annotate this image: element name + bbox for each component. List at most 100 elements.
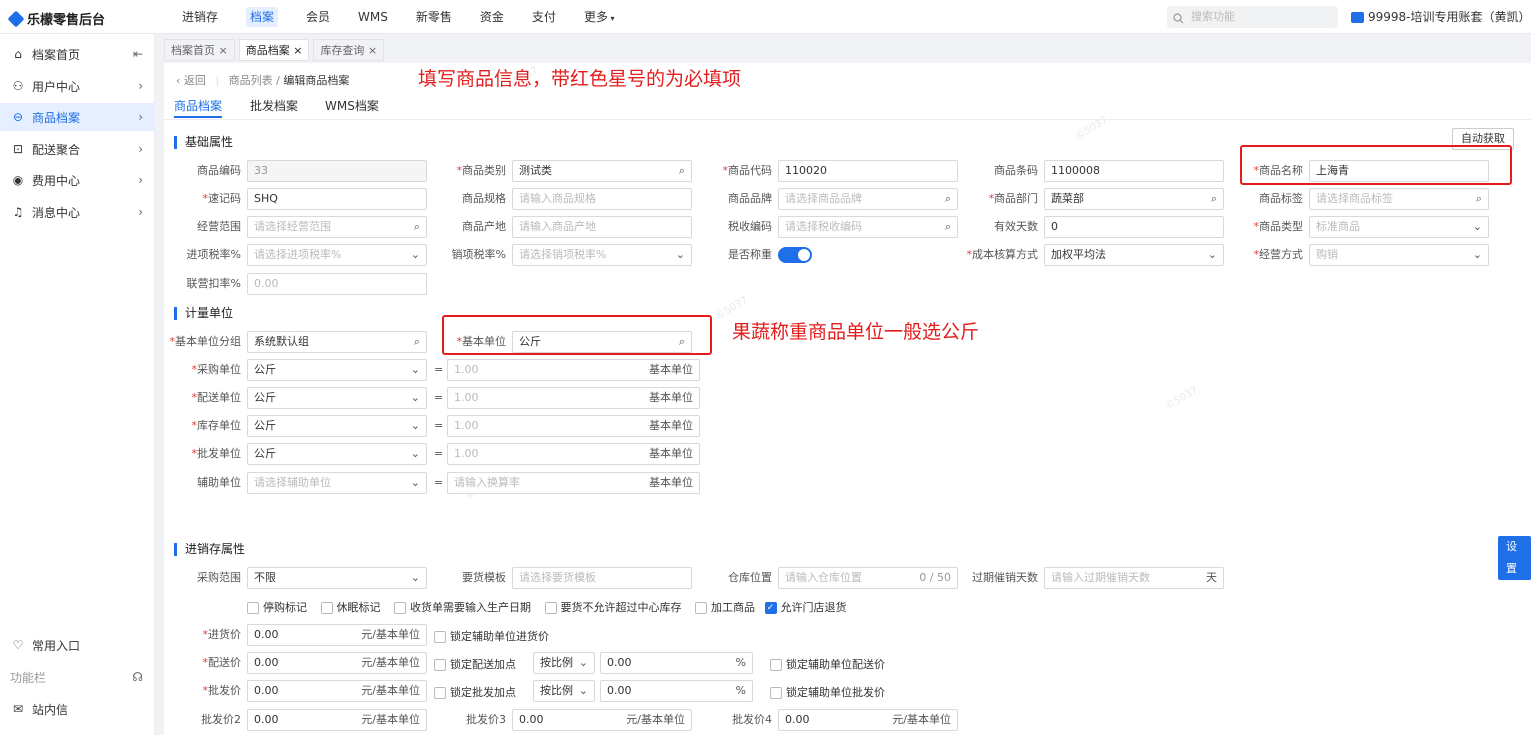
settings-button[interactable]: 设置 <box>1498 536 1531 580</box>
wholesale-pct-field[interactable]: 0.00% <box>600 680 753 702</box>
nav-item-payment[interactable]: 支付 <box>518 0 570 34</box>
close-icon[interactable]: × <box>368 44 377 57</box>
search-icon[interactable]: ⌕ <box>945 189 951 209</box>
wholesale-price-3-field[interactable]: 0.00 元/基本单位 <box>512 709 692 731</box>
checkbox-processed-goods[interactable]: 加工商品 <box>695 601 755 614</box>
purchase-unit-select[interactable]: 公斤 ⌄ <box>247 359 427 381</box>
app-logo[interactable]: 乐檬零售后台 <box>7 9 105 28</box>
close-icon[interactable]: × <box>293 44 302 57</box>
input-tax-select[interactable]: 请选择进项税率% ⌄ <box>247 244 427 266</box>
spec-field[interactable]: 请输入商品规格 <box>512 188 692 210</box>
sidebar-item-expense[interactable]: ◉ 费用中心 › <box>0 166 155 194</box>
checkbox-lock-aux-delivery[interactable]: 锁定辅助单位配送价 <box>770 656 885 672</box>
tab-archive-home[interactable]: 档案首页 × <box>164 39 235 61</box>
wholesale-price-2-field[interactable]: 0.00 元/基本单位 <box>247 709 427 731</box>
delivery-price-field[interactable]: 0.00 元/基本单位 <box>247 652 427 674</box>
checkbox-stop-purchase[interactable]: 停购标记 <box>247 601 307 614</box>
purchase-range-select[interactable]: 不限 ⌄ <box>247 567 427 589</box>
subtab-wms-archive[interactable]: WMS档案 <box>325 96 379 116</box>
order-template-field[interactable]: 请选择要货模板 <box>512 567 692 589</box>
headset-icon[interactable]: ☊ <box>132 670 143 684</box>
weighing-toggle[interactable] <box>778 247 812 263</box>
checkbox-lock-wholesale-markup[interactable]: 锁定批发加点 <box>434 684 516 700</box>
nav-item-new-retail[interactable]: 新零售 <box>402 0 466 34</box>
checkbox-lock-aux-wholesale[interactable]: 锁定辅助单位批发价 <box>770 684 885 700</box>
checkbox-row: 停购标记 休眠标记 收货单需要输入生产日期 要货不允许超过中心库存 加工商品 ✓… <box>247 599 847 615</box>
wholesale-price-field[interactable]: 0.00 元/基本单位 <box>247 680 427 702</box>
joint-rate-field[interactable]: 0.00 <box>247 273 427 295</box>
tax-code-field[interactable]: 请选择税收编码 ⌕ <box>778 216 958 238</box>
category-field[interactable]: 测试类 ⌕ <box>512 160 692 182</box>
search-icon[interactable]: ⌕ <box>679 161 685 181</box>
delivery-pct-field[interactable]: 0.00% <box>600 652 753 674</box>
type-select[interactable]: 标准商品 ⌄ <box>1309 216 1489 238</box>
checkbox-allow-return[interactable]: ✓ 允许门店退货 <box>764 601 847 614</box>
nav-item-more[interactable]: 更多 ▾ <box>570 0 629 34</box>
warehouse-location-field[interactable]: 请输入仓库位置 0 / 50 <box>778 567 958 589</box>
sidebar-item-product-archive[interactable]: ⊖ 商品档案 › <box>0 103 155 131</box>
field-label: 商品条码 <box>994 164 1038 177</box>
item-code-field[interactable]: 110020 <box>778 160 958 182</box>
search-input[interactable]: 搜索功能 <box>1167 6 1338 28</box>
delivery-unit-select[interactable]: 公斤 ⌄ <box>247 387 427 409</box>
checkbox-dormant[interactable]: 休眠标记 <box>320 601 381 614</box>
delivery-rate-field[interactable]: 1.00 基本单位 <box>447 387 700 409</box>
cost-method-select[interactable]: 加权平均法 ⌄ <box>1044 244 1224 266</box>
back-button[interactable]: ‹ 返回 <box>176 74 206 87</box>
scope-field[interactable]: 请选择经营范围 ⌕ <box>247 216 427 238</box>
nav-item-funds[interactable]: 资金 <box>466 0 518 34</box>
sidebar-item-delivery[interactable]: ⊡ 配送聚合 › <box>0 135 155 163</box>
checkbox-lock-aux-purchase[interactable]: 锁定辅助单位进货价 <box>434 628 549 644</box>
wholesale-rate-field[interactable]: 1.00 基本单位 <box>447 443 700 465</box>
sidebar-item-user-center[interactable]: ⚇ 用户中心 › <box>0 72 155 100</box>
stock-unit-select[interactable]: 公斤 ⌄ <box>247 415 427 437</box>
search-icon[interactable]: ⌕ <box>1211 189 1217 209</box>
account-switcher[interactable]: 99998-培训专用账套（黄凯）-... <box>1351 0 1531 34</box>
business-mode-select[interactable]: 购销 ⌄ <box>1309 244 1489 266</box>
nav-item-member[interactable]: 会员 <box>292 0 344 34</box>
sidebar-item-favorites[interactable]: ♡ 常用入口 <box>0 631 155 659</box>
shortcode-field[interactable]: SHQ <box>247 188 427 210</box>
purchase-rate-field[interactable]: 1.00 基本单位 <box>447 359 700 381</box>
tab-stock-query[interactable]: 库存查询 × <box>313 39 385 61</box>
pct-suffix: % <box>735 684 746 697</box>
expiry-promo-field[interactable]: 请输入过期催销天数 天 <box>1044 567 1224 589</box>
nav-item-inventory[interactable]: 进销存 <box>168 0 232 34</box>
checkbox-production-date[interactable]: 收货单需要输入生产日期 <box>394 601 531 614</box>
output-tax-select[interactable]: 请选择销项税率% ⌄ <box>512 244 692 266</box>
field-value: 购销 <box>1316 248 1338 261</box>
aux-unit-select[interactable]: 请选择辅助单位 ⌄ <box>247 472 427 494</box>
product-code-field[interactable]: 33 <box>247 160 427 182</box>
wholesale-unit-select[interactable]: 公斤 ⌄ <box>247 443 427 465</box>
subtab-product-archive[interactable]: 商品档案 <box>174 96 223 118</box>
search-icon[interactable]: ⌕ <box>414 217 420 237</box>
collapse-icon[interactable]: ⇤ <box>133 47 143 61</box>
tag-field[interactable]: 请选择商品标签 ⌕ <box>1309 188 1489 210</box>
close-icon[interactable]: × <box>219 44 228 57</box>
brand-field[interactable]: 请选择商品品牌 ⌕ <box>778 188 958 210</box>
nav-item-wms[interactable]: WMS <box>344 0 402 34</box>
breadcrumb-parent[interactable]: 商品列表 <box>229 74 273 87</box>
checkbox-lock-delivery-markup[interactable]: 锁定配送加点 <box>434 656 516 672</box>
purchase-price-field[interactable]: 0.00 元/基本单位 <box>247 624 427 646</box>
search-icon[interactable]: ⌕ <box>414 332 420 352</box>
sidebar-item-messages[interactable]: ♫ 消息中心 › <box>0 198 155 226</box>
unit-group-field[interactable]: 系统默认组 ⌕ <box>247 331 427 353</box>
wholesale-price-4-field[interactable]: 0.00 元/基本单位 <box>778 709 958 731</box>
search-icon[interactable]: ⌕ <box>945 217 951 237</box>
delivery-ratio-select[interactable]: 按比例 ⌄ <box>533 652 595 674</box>
tab-product-archive[interactable]: 商品档案 × <box>238 39 310 61</box>
aux-rate-field[interactable]: 请输入换算率 基本单位 <box>447 472 700 494</box>
checkbox-no-exceed-stock[interactable]: 要货不允许超过中心库存 <box>544 601 682 614</box>
stock-rate-field[interactable]: 1.00 基本单位 <box>447 415 700 437</box>
wholesale-ratio-select[interactable]: 按比例 ⌄ <box>533 680 595 702</box>
department-field[interactable]: 蔬菜部 ⌕ <box>1044 188 1224 210</box>
barcode-field[interactable]: 1100008 <box>1044 160 1224 182</box>
search-icon[interactable]: ⌕ <box>1476 189 1482 209</box>
nav-item-archive[interactable]: 档案 <box>232 0 292 34</box>
sidebar-item-archive-home[interactable]: ⌂ 档案首页 ⇤ <box>0 40 155 68</box>
sidebar-item-inbox[interactable]: ✉ 站内信 <box>0 695 155 723</box>
subtab-wholesale-archive[interactable]: 批发档案 <box>250 96 298 116</box>
origin-field[interactable]: 请输入商品产地 <box>512 216 692 238</box>
valid-days-field[interactable]: 0 <box>1044 216 1224 238</box>
